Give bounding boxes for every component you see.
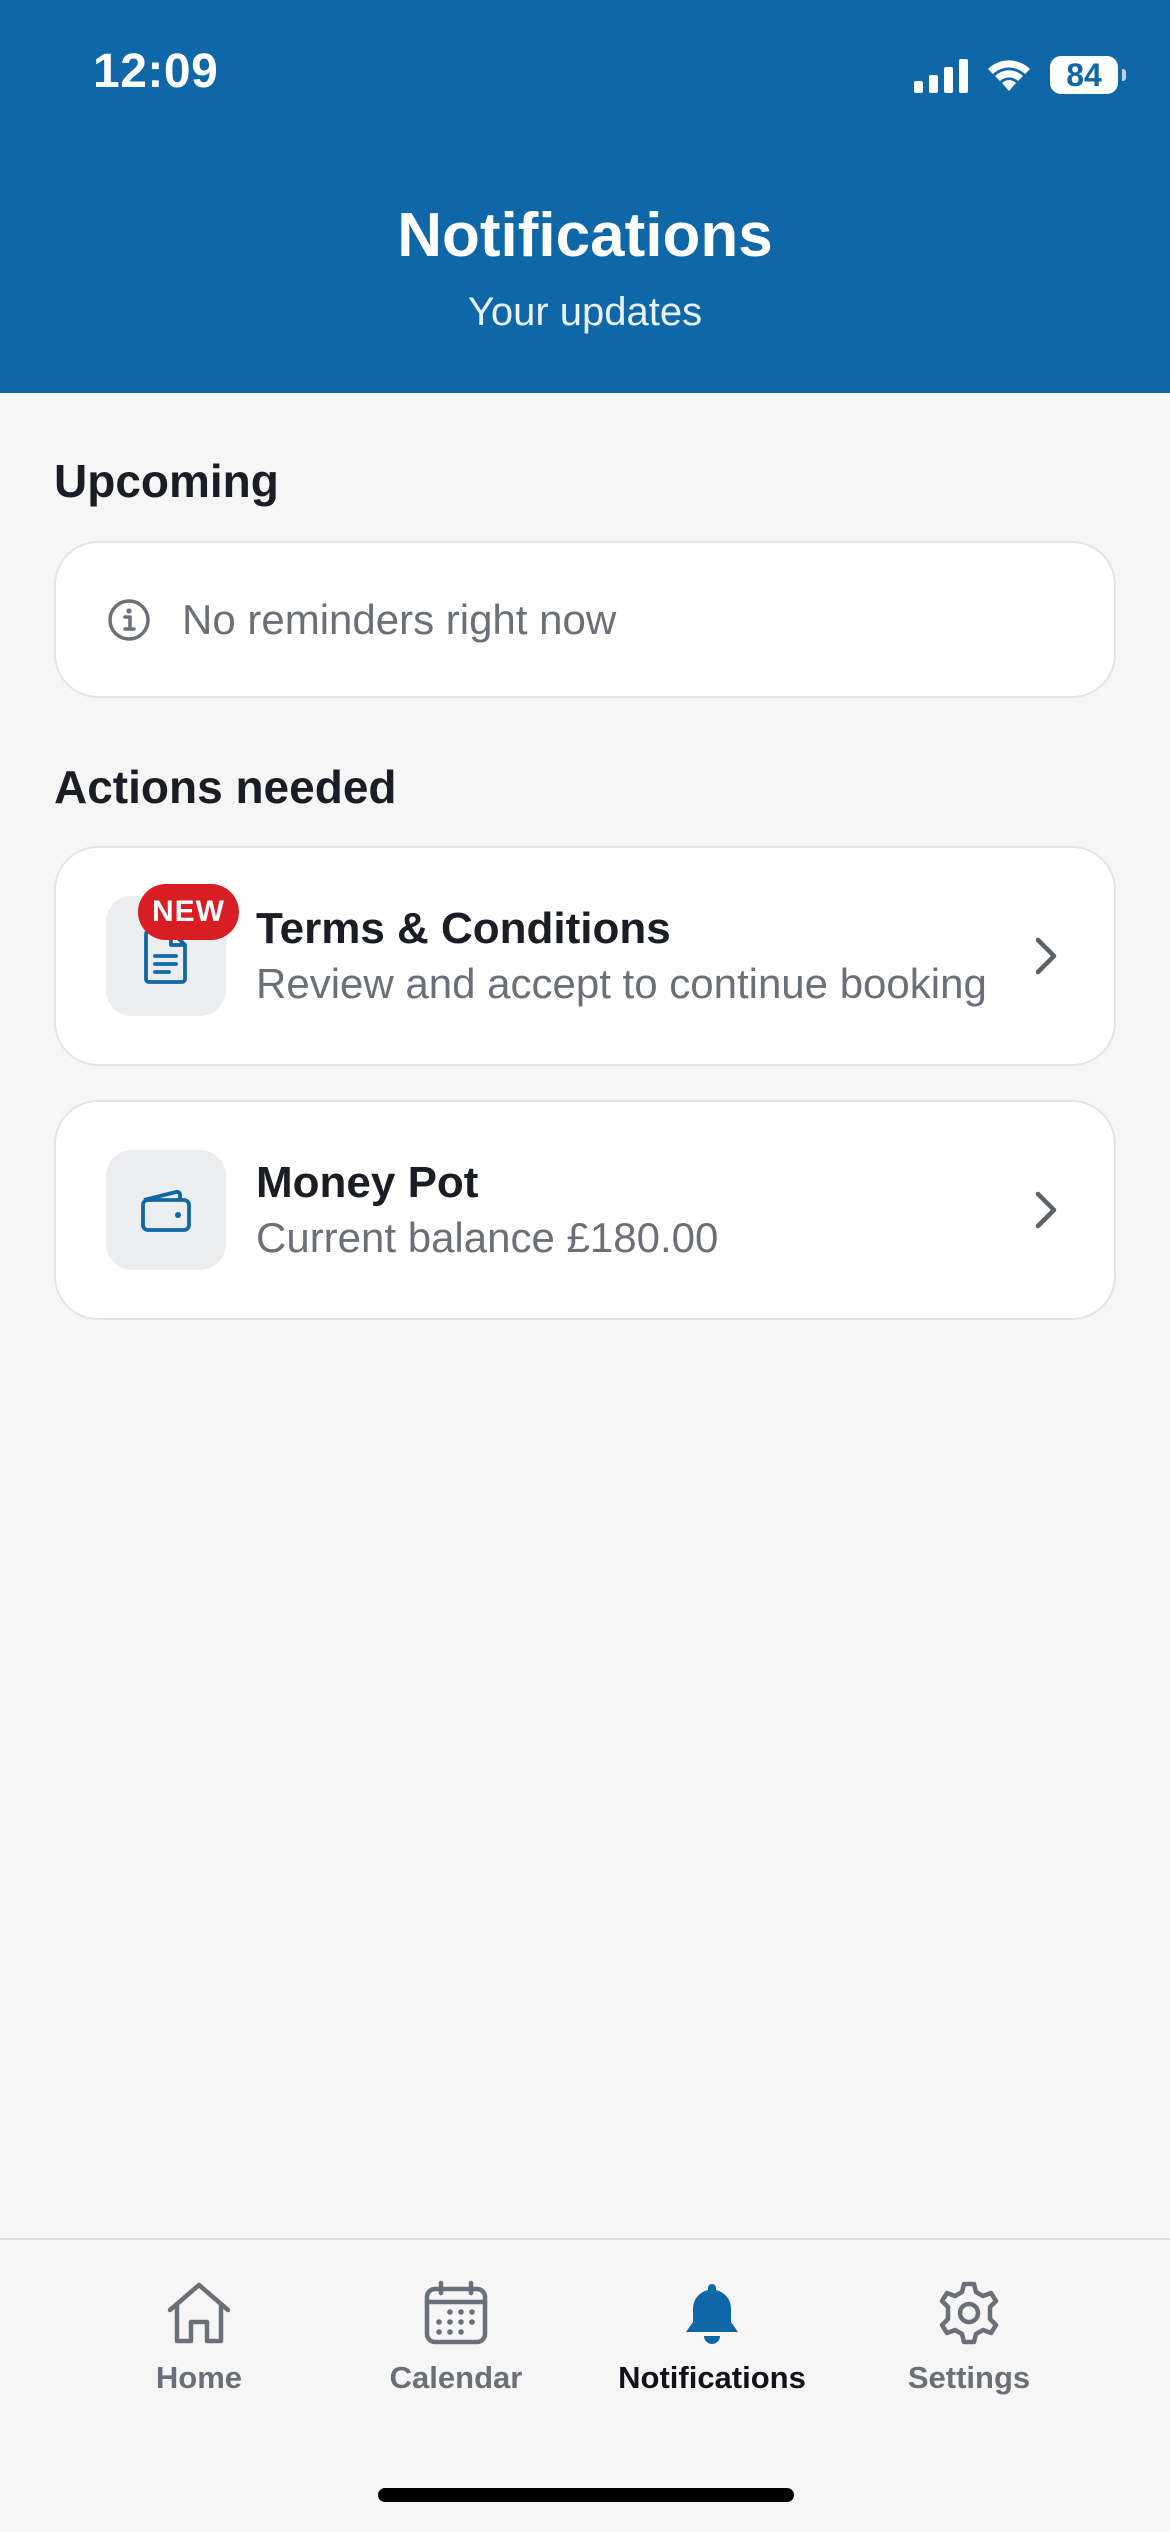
wallet-icon xyxy=(141,1189,191,1232)
home-indicator xyxy=(378,2488,794,2502)
terms-title: Terms & Conditions xyxy=(256,904,671,953)
terms-conditions-card[interactable]: NEW Terms & Conditions Review and accept… xyxy=(54,846,1116,1066)
tab-home[interactable]: Home xyxy=(84,2280,314,2396)
calendar-icon xyxy=(424,2280,488,2345)
tab-notifications-label: Notifications xyxy=(618,2360,806,2395)
upcoming-empty-card: No reminders right now xyxy=(54,541,1116,698)
status-time: 12:09 xyxy=(93,45,219,98)
page-title: Notifications xyxy=(397,201,773,270)
status-indicators: 84 xyxy=(914,52,1126,98)
new-badge: NEW xyxy=(138,884,239,940)
tab-home-label: Home xyxy=(155,2360,243,2395)
money-pot-icon-tile xyxy=(106,1150,226,1270)
tab-settings[interactable]: Settings xyxy=(854,2280,1084,2396)
chevron-right-icon xyxy=(1035,1191,1057,1229)
wifi-icon xyxy=(988,60,1030,91)
header: 12:09 84 Notifications Your updates xyxy=(0,0,1170,393)
home-icon xyxy=(167,2282,231,2344)
money-pot-title: Money Pot xyxy=(256,1158,479,1207)
tab-notifications[interactable]: Notifications xyxy=(597,2280,827,2396)
notifications-screen: 12:09 84 Notifications Your updates Upco… xyxy=(0,0,1170,2532)
info-icon xyxy=(108,598,150,641)
tab-calendar-label: Calendar xyxy=(389,2360,523,2395)
money-pot-subtitle: Current balance £180.00 xyxy=(256,1214,719,1261)
terms-subtitle: Review and accept to continue booking xyxy=(256,960,987,1007)
bell-icon xyxy=(686,2284,738,2344)
battery-icon: 84 xyxy=(1050,56,1126,94)
page-subtitle: Your updates xyxy=(467,290,703,334)
gear-icon xyxy=(939,2281,999,2345)
cellular-signal-icon xyxy=(914,57,968,93)
tab-calendar[interactable]: Calendar xyxy=(341,2280,571,2396)
upcoming-section-title: Upcoming xyxy=(54,455,279,507)
empty-reminders-text: No reminders right now xyxy=(182,595,617,643)
chevron-right-icon xyxy=(1035,937,1057,975)
actions-section-title: Actions needed xyxy=(54,761,397,813)
tab-settings-label: Settings xyxy=(907,2360,1031,2395)
money-pot-card[interactable]: Money Pot Current balance £180.00 xyxy=(54,1100,1116,1320)
